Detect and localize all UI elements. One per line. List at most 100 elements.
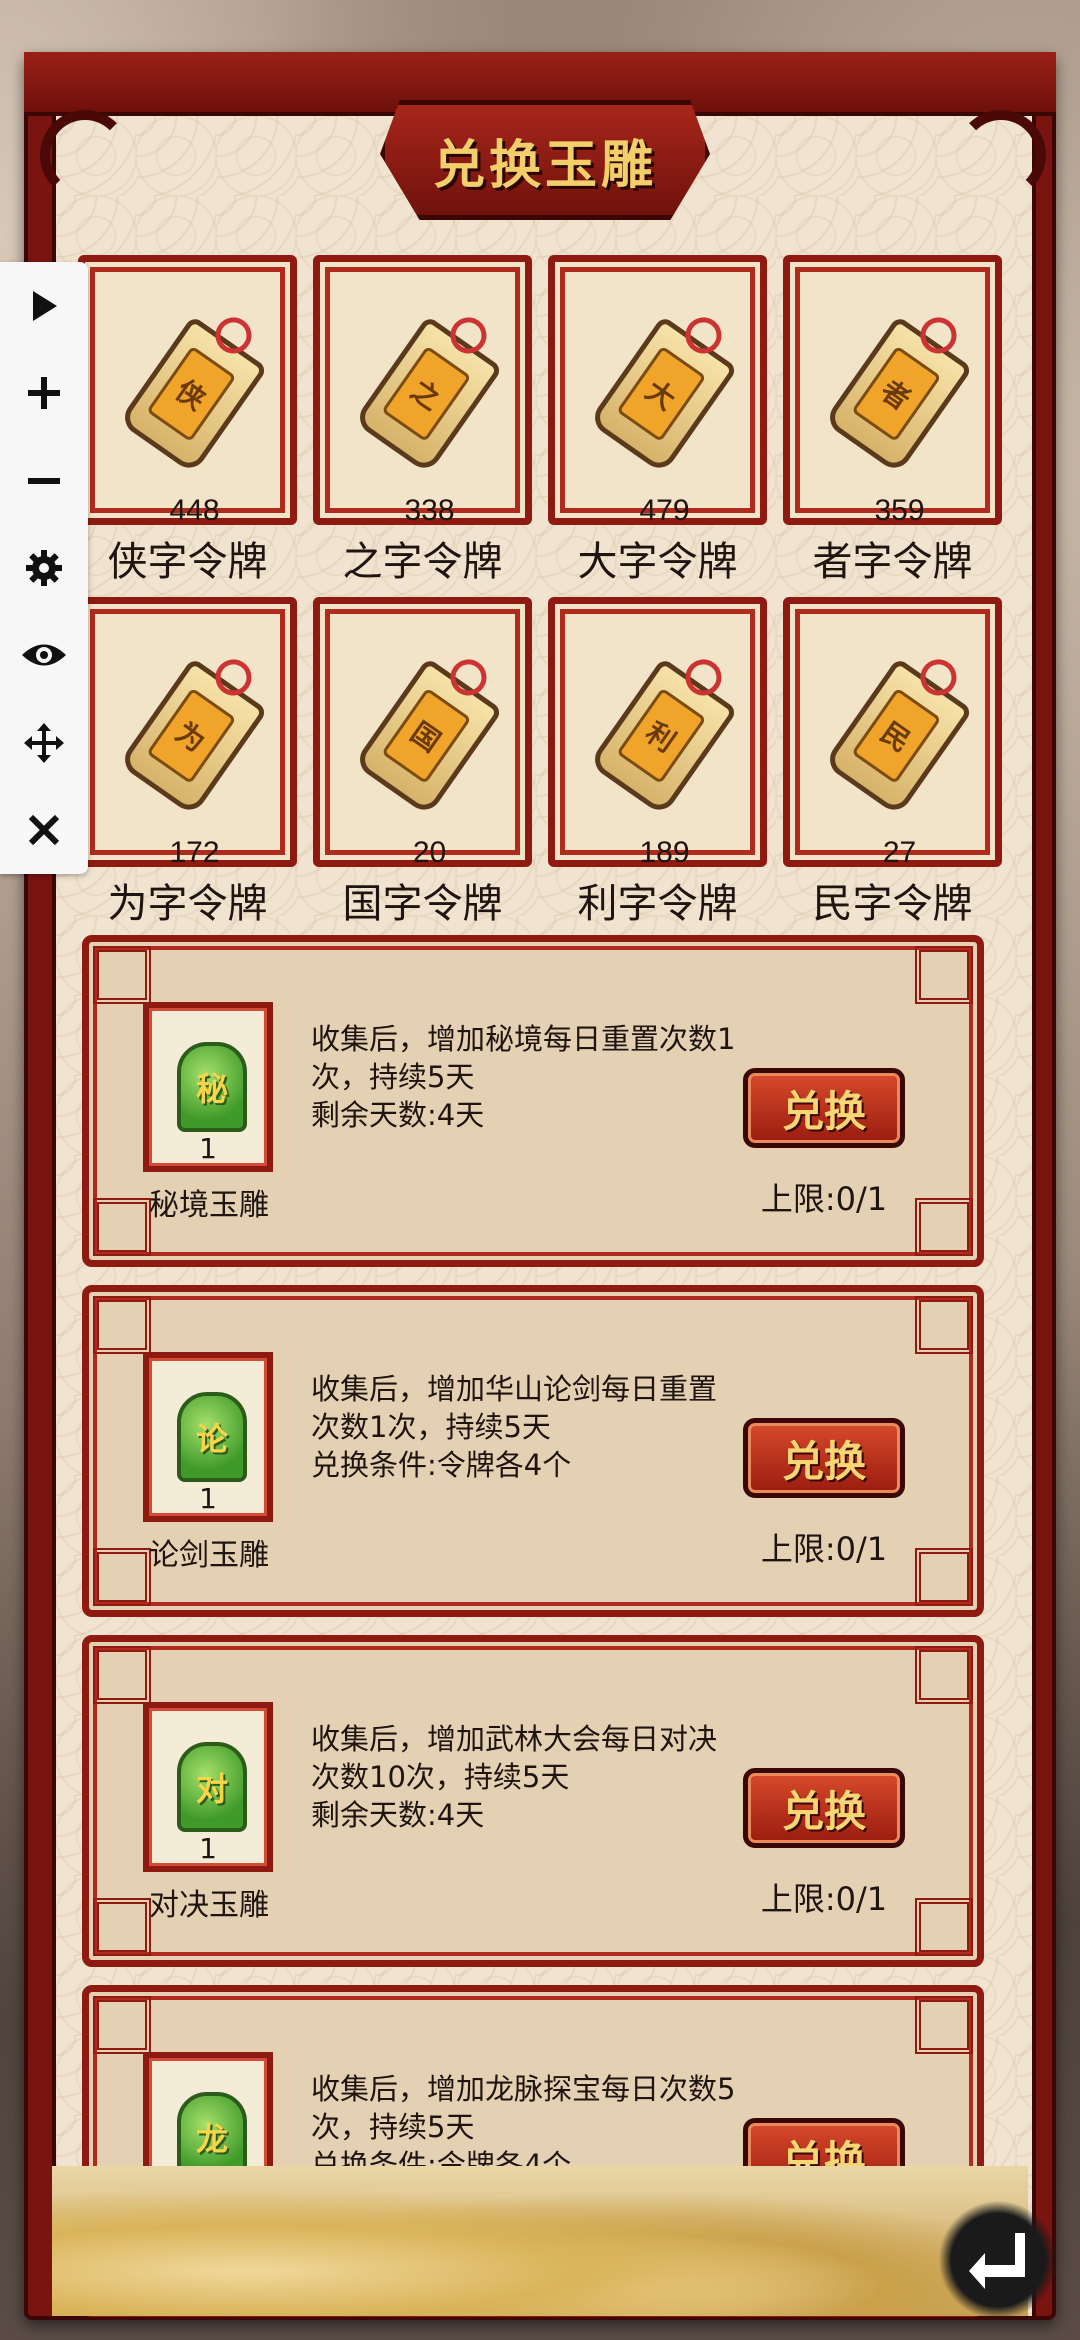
token-name: 大字令牌 <box>577 539 738 585</box>
title-plaque: 兑换玉雕 <box>380 100 710 220</box>
exchange-list[interactable]: 秘 1 秘境玉雕 收集后，增加秘境每日重置次数1 次，持续5天 剩余天数:4天 … <box>82 935 984 2335</box>
token-count: 479 <box>639 494 690 527</box>
desc-line: 收集后，增加秘境每日重置次数1 <box>311 1022 736 1056</box>
token-name: 侠字令牌 <box>107 539 268 585</box>
desc-line: 收集后，增加龙脉探宝每日次数5 <box>311 2072 736 2106</box>
token-card[interactable]: 为 172 为字令牌 <box>78 597 297 927</box>
desc-line: 次，持续5天 <box>311 1060 475 1094</box>
knot-ornament <box>915 1198 973 1256</box>
token-icon: 之 <box>353 315 503 475</box>
token-tile: 国 20 <box>313 597 532 869</box>
token-name: 之字令牌 <box>342 539 503 585</box>
desc-line: 收集后，增加华山论剑每日重置 <box>311 1372 718 1406</box>
token-icon: 大 <box>588 315 738 475</box>
token-name: 民字令牌 <box>812 881 973 927</box>
exchange-condition: 剩余天数:4天 <box>311 1098 485 1132</box>
token-card[interactable]: 民 27 民字令牌 <box>783 597 1002 927</box>
token-card[interactable]: 者 359 者字令牌 <box>783 255 1002 585</box>
jade-count: 1 <box>199 1832 217 1865</box>
jade-item-slot[interactable]: 论 1 <box>143 1352 273 1522</box>
token-count: 189 <box>639 836 690 869</box>
floating-toolbar <box>0 262 88 874</box>
token-tile: 民 27 <box>783 597 1002 869</box>
token-icon: 侠 <box>118 315 268 475</box>
exchange-limit: 上限:0/1 <box>760 1530 888 1568</box>
back-button[interactable] <box>938 2200 1058 2320</box>
desc-line: 次数1次，持续5天 <box>311 1410 551 1444</box>
knot-ornament <box>915 1548 973 1606</box>
token-glyph: 者 <box>851 345 942 443</box>
return-icon <box>969 2233 1025 2289</box>
token-count: 20 <box>412 836 447 869</box>
token-icon: 民 <box>823 657 973 817</box>
jade-description: 收集后，增加秘境每日重置次数1 次，持续5天 剩余天数:4天 <box>311 1020 741 1134</box>
jade-icon: 秘 <box>177 1042 247 1132</box>
token-tile: 之 338 <box>313 255 532 527</box>
token-glyph: 利 <box>616 687 707 785</box>
token-card[interactable]: 侠 448 侠字令牌 <box>78 255 297 585</box>
token-count: 27 <box>882 836 917 869</box>
token-name: 国字令牌 <box>342 881 503 927</box>
jade-description: 收集后，增加华山论剑每日重置 次数1次，持续5天 兑换条件:令牌各4个 <box>311 1370 741 1484</box>
token-icon: 为 <box>118 657 268 817</box>
token-card[interactable]: 之 338 之字令牌 <box>313 255 532 585</box>
token-name: 者字令牌 <box>812 539 973 585</box>
token-card[interactable]: 大 479 大字令牌 <box>548 255 767 585</box>
corner-ornament-right <box>956 110 1046 200</box>
token-count: 448 <box>169 494 220 527</box>
desc-line: 次，持续5天 <box>311 2110 475 2144</box>
token-tile: 者 359 <box>783 255 1002 527</box>
knot-ornament <box>93 1646 151 1704</box>
jade-icon: 论 <box>177 1392 247 1482</box>
token-glyph: 国 <box>381 687 472 785</box>
knot-ornament <box>93 946 151 1004</box>
exchange-card: 论 1 论剑玉雕 收集后，增加华山论剑每日重置 次数1次，持续5天 兑换条件:令… <box>82 1285 984 1617</box>
eye-icon[interactable] <box>16 627 72 683</box>
knot-ornament <box>915 1898 973 1956</box>
token-count: 172 <box>169 836 220 869</box>
move-icon[interactable] <box>16 715 72 771</box>
exchange-limit: 上限:0/1 <box>760 1880 888 1918</box>
jade-item-slot[interactable]: 对 1 <box>143 1702 273 1872</box>
token-name: 利字令牌 <box>577 881 738 927</box>
cloud-decoration <box>52 2166 1028 2316</box>
knot-ornament <box>93 1296 151 1354</box>
token-glyph: 大 <box>616 345 707 443</box>
token-tile: 为 172 <box>78 597 297 869</box>
token-name: 为字令牌 <box>107 881 268 927</box>
knot-ornament <box>915 946 973 1004</box>
jade-description: 收集后，增加武林大会每日对决 次数10次，持续5天 剩余天数:4天 <box>311 1720 741 1834</box>
knot-ornament <box>93 1996 151 2054</box>
jade-count: 1 <box>199 1132 217 1165</box>
token-grid: 侠 448 侠字令牌 之 338 之字令牌 大 479 大字令牌 者 359 者… <box>78 255 1008 927</box>
corner-ornament-left <box>40 110 130 200</box>
exchange-condition: 剩余天数:4天 <box>311 1798 485 1832</box>
token-glyph: 之 <box>381 345 472 443</box>
knot-ornament <box>915 1646 973 1704</box>
play-icon[interactable] <box>16 278 72 334</box>
token-count: 338 <box>404 494 455 527</box>
zoom-in-icon[interactable] <box>16 365 72 421</box>
jade-icon: 对 <box>177 1742 247 1832</box>
exchange-button[interactable]: 兑换 <box>743 1068 905 1148</box>
token-icon: 国 <box>353 657 503 817</box>
token-tile: 利 189 <box>548 597 767 869</box>
token-icon: 者 <box>823 315 973 475</box>
exchange-limit: 上限:0/1 <box>760 1180 888 1218</box>
exchange-card: 对 1 对决玉雕 收集后，增加武林大会每日对决 次数10次，持续5天 剩余天数:… <box>82 1635 984 1967</box>
zoom-out-icon[interactable] <box>16 453 72 509</box>
token-card[interactable]: 国 20 国字令牌 <box>313 597 532 927</box>
jade-name: 秘境玉雕 <box>149 1188 269 1223</box>
gear-icon[interactable] <box>16 540 72 596</box>
desc-line: 次数10次，持续5天 <box>311 1760 570 1794</box>
close-icon[interactable] <box>16 802 72 858</box>
page-title: 兑换玉雕 <box>432 134 657 196</box>
exchange-card: 秘 1 秘境玉雕 收集后，增加秘境每日重置次数1 次，持续5天 剩余天数:4天 … <box>82 935 984 1267</box>
token-tile: 侠 448 <box>78 255 297 527</box>
exchange-button[interactable]: 兑换 <box>743 1418 905 1498</box>
token-glyph: 为 <box>146 687 237 785</box>
jade-item-slot[interactable]: 秘 1 <box>143 1002 273 1172</box>
desc-line: 收集后，增加武林大会每日对决 <box>311 1722 718 1756</box>
token-card[interactable]: 利 189 利字令牌 <box>548 597 767 927</box>
exchange-button[interactable]: 兑换 <box>743 1768 905 1848</box>
